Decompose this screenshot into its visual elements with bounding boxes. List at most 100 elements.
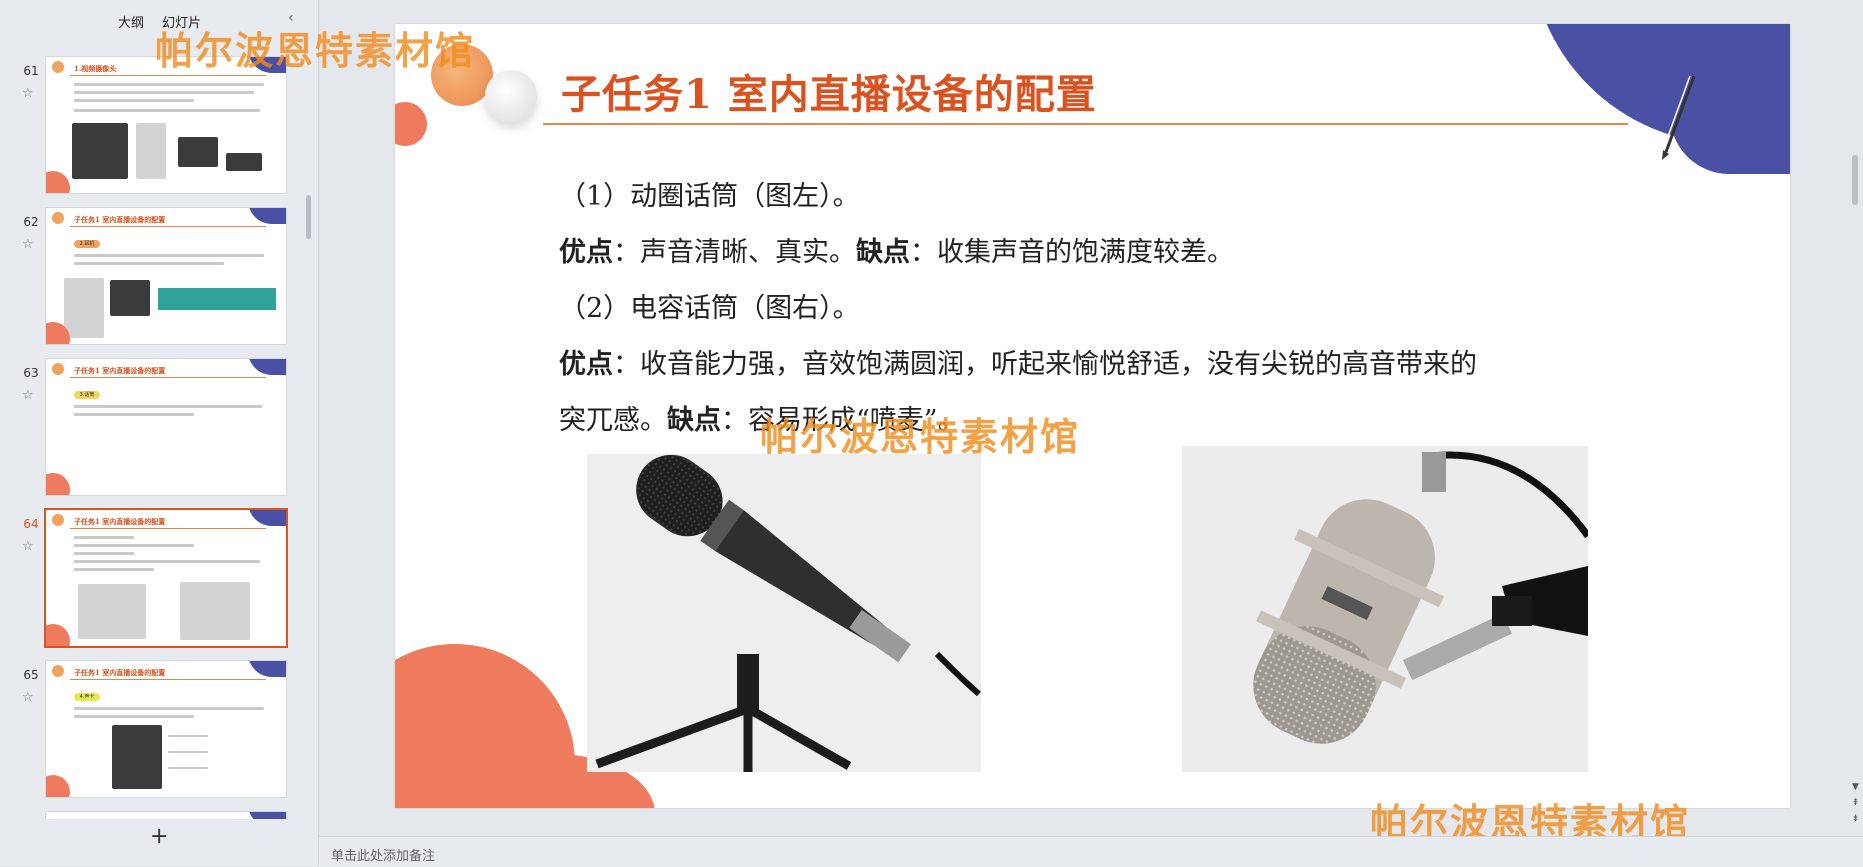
thumbnail-image[interactable]: 1.视频摄像头 xyxy=(45,56,287,194)
decor-dot xyxy=(52,363,64,375)
star-icon[interactable]: ☆ xyxy=(22,86,34,101)
thumb-rule xyxy=(70,75,266,76)
star-icon[interactable]: ☆ xyxy=(22,690,34,705)
thumb-text-line xyxy=(74,262,224,265)
decor-corner xyxy=(248,208,286,224)
panel-scrollbar[interactable] xyxy=(306,195,311,239)
text-line-dynamic-pros-cons[interactable]: 优点：声音清晰、真实。缺点：收集声音的饱满度较差。 xyxy=(559,230,1234,269)
slide-number: 62 xyxy=(23,215,39,229)
thumbnail-image[interactable]: 子任务1 室内直播设备的配置 xyxy=(44,508,288,648)
thumb-photo xyxy=(178,137,218,167)
thumb-text-line xyxy=(74,568,154,571)
panel-tabs: 大纲 幻灯片 xyxy=(118,12,215,31)
star-icon[interactable]: ☆ xyxy=(22,237,34,252)
title-underline xyxy=(543,123,1628,125)
notes-pane[interactable]: 单击此处添加备注 xyxy=(319,836,1863,867)
slide-thumbnail-62[interactable]: 62 ☆ 子任务1 室内直播设备的配置 2.耳机 xyxy=(0,207,300,345)
decor-corner xyxy=(248,661,286,677)
thumb-photo xyxy=(78,584,146,639)
thumb-text-line xyxy=(74,83,264,86)
thumb-text-line xyxy=(74,413,194,416)
text-line-dynamic-mic[interactable]: （1）动圈话筒（图左）。 xyxy=(559,174,860,213)
add-slide-button[interactable]: + xyxy=(150,824,168,849)
tab-outline[interactable]: 大纲 xyxy=(118,16,144,31)
thumb-text-line xyxy=(74,544,194,547)
thumb-text-line xyxy=(74,536,134,539)
text-span: ：收集声音的饱满度较差。 xyxy=(910,237,1234,268)
thumb-photo xyxy=(180,582,250,640)
decor-blob xyxy=(46,624,70,646)
slide-thumbnail-61[interactable]: 61 ☆ 1.视频摄像头 xyxy=(0,56,300,194)
thumb-title: 子任务1 室内直播设备的配置 xyxy=(74,215,166,224)
dynamic-microphone-image[interactable] xyxy=(587,454,981,772)
notes-placeholder[interactable]: 单击此处添加备注 xyxy=(331,845,435,864)
slide-number: 65 xyxy=(23,668,39,682)
label-pros: 优点 xyxy=(559,237,613,268)
thumb-title: 子任务1 室内直播设备的配置 xyxy=(74,517,166,526)
slide-title[interactable]: 子任务1 室内直播设备的配置 xyxy=(561,62,1097,120)
thumbnail-image[interactable]: 子任务1 室内直播设备的配置 2.耳机 xyxy=(45,207,287,345)
thumbnail-image[interactable]: 子任务1 室内直播设备的配置 3.话筒 xyxy=(45,358,287,496)
slide-thumbnail-65[interactable]: 65 ☆ 子任务1 室内直播设备的配置 4.声卡 xyxy=(0,660,300,798)
thumbnail-image[interactable]: 子任务1 室内直播设备的配置 4.声卡 xyxy=(45,660,287,798)
thumb-banner xyxy=(158,288,276,310)
thumb-rule xyxy=(70,679,266,680)
decor-dot xyxy=(52,514,64,526)
slide-thumbnail-63[interactable]: 63 ☆ 子任务1 室内直播设备的配置 3.话筒 xyxy=(0,358,300,496)
thumb-title: 子任务1 室内直播设备的配置 xyxy=(74,668,166,677)
previous-page-icon[interactable]: ⇞ xyxy=(1848,798,1863,808)
decor-corner xyxy=(248,57,286,73)
thumb-text-line xyxy=(74,715,194,718)
thumb-rule xyxy=(70,528,266,529)
scroll-down-icon[interactable]: ▼ xyxy=(1848,782,1863,792)
decor-corner xyxy=(248,359,286,375)
thumb-photo xyxy=(72,123,128,179)
thumb-text-line xyxy=(168,767,208,769)
pen-icon xyxy=(1662,75,1696,160)
text-span: ：容易形成“喷麦”。 xyxy=(721,405,965,436)
decor-dot xyxy=(52,212,64,224)
decor-corner xyxy=(248,812,286,819)
decor-blob xyxy=(46,171,70,193)
thumb-text-line xyxy=(168,735,208,737)
thumb-rule xyxy=(70,377,266,378)
scroll-thumb[interactable] xyxy=(1852,155,1858,205)
text-line-condenser-cons[interactable]: 突兀感。缺点：容易形成“喷麦”。 xyxy=(559,398,965,437)
thumb-title: 子任务1 室内直播设备的配置 xyxy=(74,366,166,375)
thumb-tag: 2.耳机 xyxy=(74,240,100,248)
tab-slides[interactable]: 幻灯片 xyxy=(162,16,201,31)
collapse-panel-icon[interactable]: ‹ xyxy=(288,10,294,26)
text-span: 突兀感。 xyxy=(559,405,667,436)
text-line-condenser-pros[interactable]: 优点：收音能力强，音效饱满圆润，听起来愉悦舒适，没有尖锐的高音带来的 xyxy=(559,342,1477,381)
condenser-microphone-image[interactable] xyxy=(1182,446,1591,772)
slide-canvas[interactable]: 子任务1 室内直播设备的配置 （1）动圈话筒（图左）。 优点：声音清晰、真实。缺… xyxy=(395,24,1790,808)
thumb-text-line xyxy=(74,99,194,102)
star-icon[interactable]: ☆ xyxy=(22,388,34,403)
label-pros: 优点 xyxy=(559,349,613,380)
thumb-photo xyxy=(110,280,150,316)
decor-corner xyxy=(248,510,286,526)
slide-thumbnail-66[interactable] xyxy=(0,811,300,819)
slide-number: 61 xyxy=(23,64,39,78)
thumb-text-line xyxy=(74,405,262,408)
decor-dot xyxy=(52,61,64,73)
thumb-photo xyxy=(112,725,162,789)
thumb-text-line xyxy=(74,552,134,555)
thumb-photo xyxy=(136,123,166,179)
star-icon[interactable]: ☆ xyxy=(22,539,34,554)
decor-circle xyxy=(485,70,537,122)
text-span: （1）动圈话筒（图左）。 xyxy=(559,181,860,212)
text-span: ：收音能力强，音效饱满圆润，听起来愉悦舒适，没有尖锐的高音带来的 xyxy=(613,349,1477,380)
next-page-icon[interactable]: ⇟ xyxy=(1848,814,1863,824)
thumb-tag: 4.声卡 xyxy=(74,693,100,701)
label-cons: 缺点 xyxy=(667,405,721,436)
slide-number: 63 xyxy=(23,366,39,380)
decor-blob xyxy=(46,775,70,797)
vertical-scrollbar[interactable] xyxy=(1848,0,1863,830)
text-span: ：声音清晰、真实。 xyxy=(613,237,856,268)
thumb-text-line xyxy=(74,254,264,257)
text-line-condenser-mic[interactable]: （2）电容话筒（图右）。 xyxy=(559,286,860,325)
thumbnail-image[interactable] xyxy=(45,811,287,819)
slide-thumbnail-64[interactable]: 64 ☆ 子任务1 室内直播设备的配置 xyxy=(0,508,300,648)
thumb-rule xyxy=(70,226,266,227)
